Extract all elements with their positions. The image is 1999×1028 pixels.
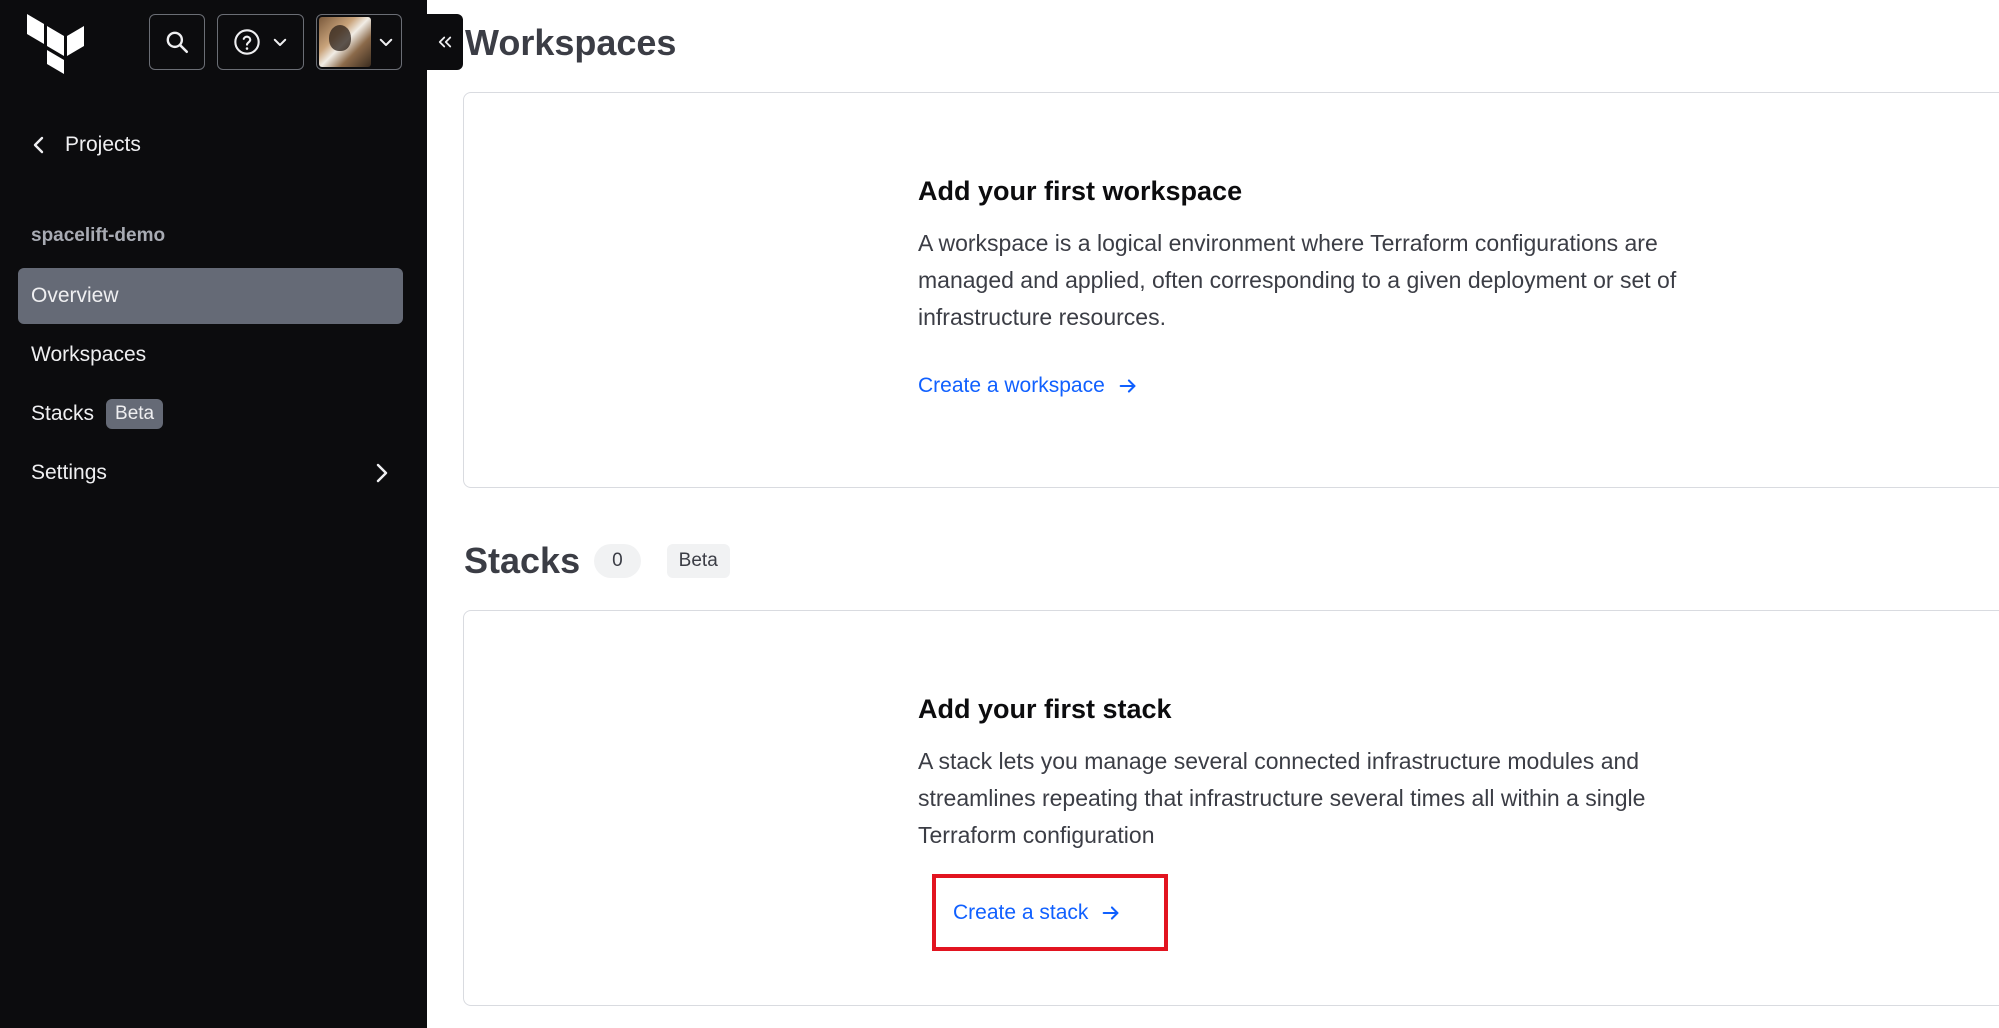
help-menu-button[interactable] <box>217 14 304 70</box>
chevron-down-icon <box>273 38 286 46</box>
arrow-right-icon <box>1103 905 1119 920</box>
create-stack-label: Create a stack <box>953 900 1089 924</box>
sidebar-item-label: Overview <box>31 284 119 307</box>
page-title: Workspaces <box>465 22 677 63</box>
stack-card-description: A stack lets you manage several connecte… <box>918 748 1646 848</box>
sidebar-item-label: Workspaces <box>31 343 147 366</box>
arrow-right-icon <box>1119 379 1136 393</box>
sidebar: Projects spacelift-demo Overview Workspa… <box>0 0 427 1028</box>
highlight-annotation-box: Create a stack <box>932 874 1168 951</box>
avatar <box>319 17 371 67</box>
search-button[interactable] <box>149 14 205 70</box>
sidebar-item-stacks[interactable]: Stacks Beta <box>18 386 403 442</box>
stacks-section-title: Stacks <box>464 540 581 581</box>
create-workspace-link[interactable]: Create a workspace <box>918 374 1139 398</box>
sidebar-item-overview[interactable]: Overview <box>18 268 403 324</box>
stack-card-title: Add your first stack <box>918 694 1172 724</box>
help-icon <box>233 29 260 55</box>
terraform-logo-icon[interactable] <box>27 14 85 74</box>
sidebar-item-label: Stacks <box>31 402 95 425</box>
chevron-right-icon <box>376 463 388 483</box>
main-content: Workspaces Add your first workspace A wo… <box>427 0 1999 1028</box>
sidebar-item-settings[interactable]: Settings <box>18 445 403 501</box>
user-menu-button[interactable] <box>316 14 402 70</box>
search-icon <box>166 31 189 54</box>
workspace-empty-state: Add your first workspace A workspace is … <box>918 173 1678 398</box>
stacks-count-badge: 0 <box>594 544 641 578</box>
workspace-empty-state-card: Add your first workspace A workspace is … <box>463 92 1999 488</box>
back-link-label: Projects <box>65 133 141 156</box>
create-workspace-label: Create a workspace <box>918 374 1105 397</box>
org-name: spacelift-demo <box>31 225 166 246</box>
back-to-projects-link[interactable]: Projects <box>31 128 141 162</box>
collapse-sidebar-button[interactable] <box>427 14 463 70</box>
stacks-section-header: Stacks 0 Beta <box>464 540 730 582</box>
chevron-left-icon <box>33 136 44 154</box>
stack-empty-state-card: Add your first stack A stack lets you ma… <box>463 610 1999 1006</box>
sidebar-item-label: Settings <box>31 461 107 484</box>
stack-empty-state: Add your first stack A stack lets you ma… <box>918 691 1678 892</box>
beta-badge: Beta <box>666 544 730 578</box>
beta-badge: Beta <box>106 399 164 429</box>
chevron-down-icon <box>379 38 393 46</box>
workspace-card-title: Add your first workspace <box>918 176 1243 206</box>
workspace-card-description: A workspace is a logical environment whe… <box>918 230 1677 330</box>
create-stack-link[interactable]: Create a stack <box>953 901 1122 925</box>
double-chevron-left-icon <box>438 36 452 48</box>
sidebar-item-workspaces[interactable]: Workspaces <box>18 327 403 383</box>
